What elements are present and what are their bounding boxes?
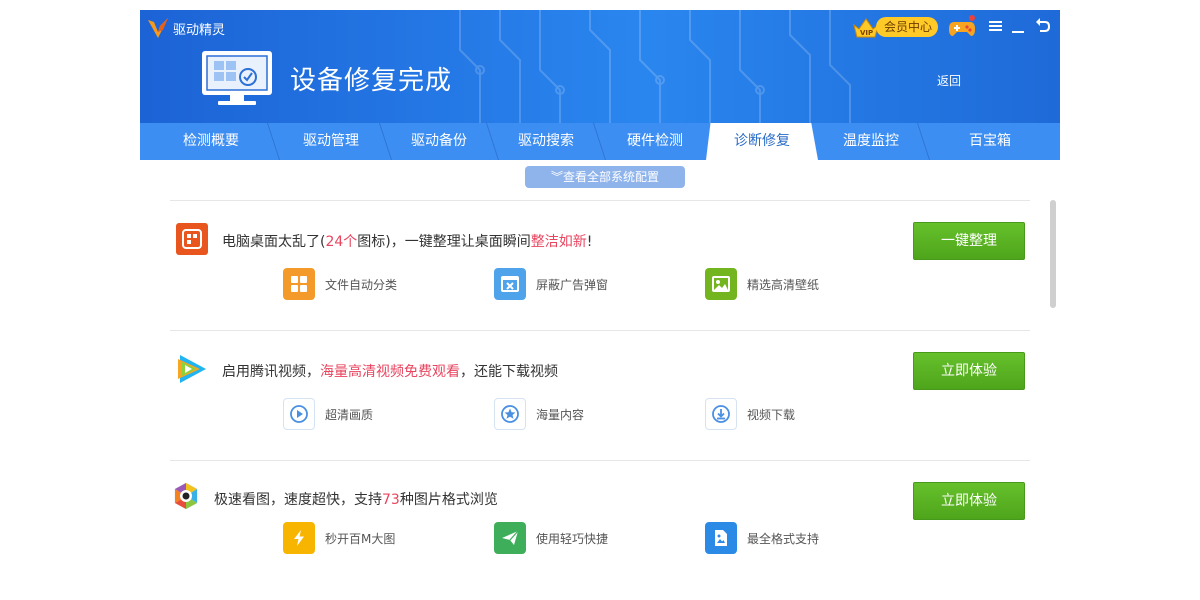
double-chevron-down-icon: ︾ bbox=[550, 170, 563, 184]
row-text-segment: 电脑桌面太乱了( bbox=[222, 234, 326, 250]
row-highlight: 24个 bbox=[325, 234, 358, 250]
vip-center-label: 会员中心 bbox=[876, 17, 939, 37]
grid-icon bbox=[283, 268, 315, 300]
row-text-segment: ! bbox=[586, 234, 593, 250]
app-logo-icon bbox=[148, 18, 168, 38]
feature-label: 文件自动分类 bbox=[325, 277, 398, 292]
feature-label: 视频下载 bbox=[747, 407, 796, 422]
row-highlight: 整洁如新 bbox=[530, 234, 587, 250]
view-all-config-button[interactable]: ︾查看全部系统配置 bbox=[525, 166, 685, 188]
image-file-icon bbox=[705, 522, 737, 554]
feature-label: 屏蔽广告弹窗 bbox=[536, 277, 609, 292]
feature-label: 使用轻巧快捷 bbox=[536, 531, 609, 546]
row-desktop-text: 电脑桌面太乱了(24个图标)，一键整理让桌面瞬间整洁如新! bbox=[222, 231, 592, 251]
row-image-viewer-text: 极速看图，速度超快，支持73种图片格式浏览 bbox=[214, 489, 498, 509]
wallpaper-icon bbox=[705, 268, 737, 300]
undo-back-icon[interactable] bbox=[1035, 16, 1051, 36]
tab-driver-backup[interactable]: 驱动备份 bbox=[385, 123, 493, 160]
lightning-icon bbox=[283, 522, 315, 554]
feature-label: 海量内容 bbox=[536, 407, 585, 422]
tab-toolbox[interactable]: 百宝箱 bbox=[930, 123, 1050, 160]
tab-overview[interactable]: 检测概要 bbox=[154, 123, 268, 160]
header: 驱动精灵 VIP 会员中心 设备修复完成 返回 bbox=[140, 10, 1060, 123]
scrollbar-thumb[interactable] bbox=[1050, 200, 1056, 308]
tab-temperature[interactable]: 温度监控 bbox=[816, 123, 926, 160]
block-popup-icon bbox=[494, 268, 526, 300]
feature-item: 使用轻巧快捷 bbox=[494, 522, 608, 554]
try-tencent-video-button[interactable]: 立即体验 bbox=[913, 352, 1025, 390]
feature-item: 最全格式支持 bbox=[705, 522, 819, 554]
row-text-segment: 极速看图，速度超快，支持 bbox=[214, 492, 382, 508]
row-tencent-text: 启用腾讯视频，海量高清视频免费观看，还能下载视频 bbox=[222, 361, 558, 381]
tencent-video-icon bbox=[178, 355, 206, 383]
vip-center-button[interactable]: VIP 会员中心 bbox=[852, 15, 939, 39]
star-circle-icon bbox=[494, 398, 526, 430]
tab-driver-manage[interactable]: 驱动管理 bbox=[276, 123, 386, 160]
feature-item: 超清画质 bbox=[283, 398, 373, 430]
row-text-segment: 图标)，一键整理让桌面瞬间 bbox=[357, 234, 531, 250]
feature-item: 文件自动分类 bbox=[283, 268, 397, 300]
feature-label: 最全格式支持 bbox=[747, 531, 820, 546]
tab-driver-search[interactable]: 驱动搜索 bbox=[492, 123, 600, 160]
row-text-segment: 种图片格式浏览 bbox=[399, 492, 498, 508]
feature-item: 精选高清壁纸 bbox=[705, 268, 819, 300]
paper-plane-icon bbox=[494, 522, 526, 554]
feature-label: 精选高清壁纸 bbox=[747, 277, 820, 292]
row-text-segment: ，还能下载视频 bbox=[460, 364, 558, 380]
minimize-icon[interactable] bbox=[1010, 16, 1026, 36]
tab-hardware-check[interactable]: 硬件检测 bbox=[600, 123, 710, 160]
svg-text:VIP: VIP bbox=[860, 29, 873, 37]
image-viewer-icon bbox=[174, 482, 198, 510]
row-text-segment: 启用腾讯视频， bbox=[222, 364, 320, 380]
divider bbox=[170, 460, 1030, 461]
row-highlight: 海量高清视频免费观看 bbox=[320, 364, 460, 380]
feature-label: 秒开百M大图 bbox=[325, 531, 396, 546]
feature-label: 超清画质 bbox=[325, 407, 374, 422]
tab-diagnose-repair[interactable]: 诊断修复 bbox=[706, 123, 818, 160]
download-icon bbox=[705, 398, 737, 430]
app-window: 驱动精灵 VIP 会员中心 设备修复完成 返回 检测概要 驱动管理 驱动备份 驱… bbox=[140, 10, 1060, 600]
view-all-config-label: 查看全部系统配置 bbox=[563, 170, 660, 184]
feature-item: 屏蔽广告弹窗 bbox=[494, 268, 608, 300]
divider bbox=[170, 200, 1030, 201]
back-link[interactable]: 返回 bbox=[937, 72, 961, 89]
feature-item: 海量内容 bbox=[494, 398, 584, 430]
feature-item: 秒开百M大图 bbox=[283, 522, 395, 554]
monitor-repair-icon bbox=[202, 51, 272, 105]
try-image-viewer-button[interactable]: 立即体验 bbox=[913, 482, 1025, 520]
page-title: 设备修复完成 bbox=[290, 66, 453, 96]
game-controller-icon[interactable] bbox=[948, 14, 976, 38]
feature-item: 视频下载 bbox=[705, 398, 795, 430]
menu-icon[interactable] bbox=[988, 16, 1004, 36]
row-highlight: 73 bbox=[382, 492, 400, 508]
organize-button[interactable]: 一键整理 bbox=[913, 222, 1025, 260]
circuit-pattern-icon bbox=[459, 10, 851, 123]
divider bbox=[170, 330, 1030, 331]
play-circle-icon bbox=[283, 398, 315, 430]
app-name: 驱动精灵 bbox=[173, 23, 226, 38]
desktop-organizer-icon bbox=[176, 223, 208, 255]
tab-bar: 检测概要 驱动管理 驱动备份 驱动搜索 硬件检测 诊断修复 温度监控 百宝箱 bbox=[140, 123, 1060, 160]
